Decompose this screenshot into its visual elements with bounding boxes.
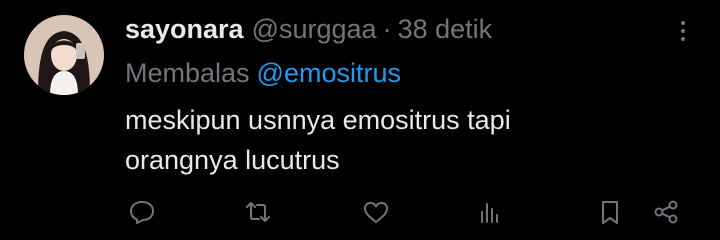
timestamp[interactable]: 38 detik bbox=[398, 12, 493, 46]
more-dots-icon bbox=[681, 21, 685, 41]
more-options-button[interactable] bbox=[668, 16, 698, 46]
action-bar bbox=[0, 192, 720, 232]
avatar[interactable] bbox=[24, 15, 104, 95]
views-icon bbox=[481, 203, 498, 223]
share-icon bbox=[654, 200, 678, 224]
tweet-header: sayonara @surggaa · 38 detik bbox=[125, 12, 492, 46]
reply-context: Membalas @emositrus bbox=[125, 55, 401, 91]
tweet[interactable]: sayonara @surggaa · 38 detik Membalas @em… bbox=[0, 0, 720, 240]
separator-dot: · bbox=[382, 14, 392, 44]
display-name[interactable]: sayonara bbox=[125, 12, 244, 46]
share-button[interactable] bbox=[646, 192, 686, 232]
bookmark-button[interactable] bbox=[590, 192, 630, 232]
like-button[interactable] bbox=[356, 192, 396, 232]
avatar-photo bbox=[24, 15, 104, 95]
reply-mention-link[interactable]: @emositrus bbox=[257, 58, 401, 88]
views-button[interactable] bbox=[470, 192, 510, 232]
bookmark-icon bbox=[602, 201, 618, 224]
retweet-button[interactable] bbox=[238, 192, 278, 232]
user-handle[interactable]: @surggaa bbox=[252, 12, 377, 46]
retweet-icon bbox=[246, 202, 270, 222]
reply-label: Membalas bbox=[125, 58, 250, 88]
like-icon bbox=[364, 202, 388, 223]
reply-button[interactable] bbox=[122, 192, 162, 232]
tweet-text-line: orangnya lucutrus bbox=[125, 145, 340, 175]
reply-icon bbox=[130, 201, 154, 224]
tweet-text: meskipun usnnya emositrus tapi orangnya … bbox=[125, 100, 685, 180]
tweet-text-line: meskipun usnnya emositrus tapi bbox=[125, 105, 511, 135]
